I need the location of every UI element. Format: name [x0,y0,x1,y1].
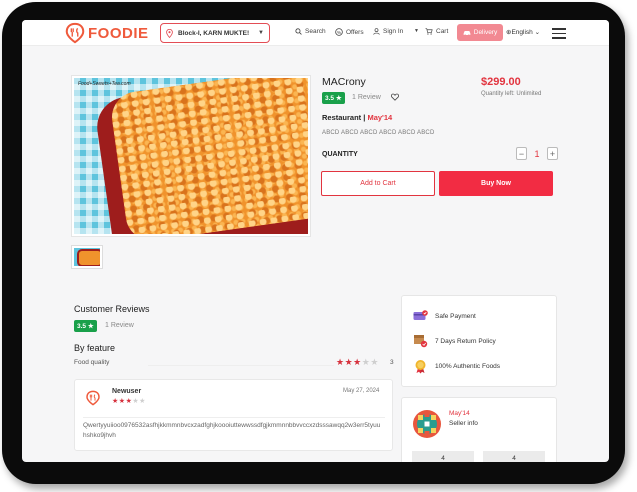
restaurant-line: Restaurant | May'14 [322,113,392,122]
delivery-button[interactable]: Delivery [457,24,503,41]
reviewer-avatar-icon [86,390,100,406]
reviews-rating-value: 3.5 [77,322,87,330]
search-icon [295,28,302,35]
feature-stars: ★★★★★ [336,357,379,368]
by-feature-title: By feature [74,343,116,353]
seller-logo-icon[interactable] [412,409,442,439]
feature-divider [148,365,334,366]
map-pin-icon [166,28,173,38]
star-icon: ★ [112,398,119,405]
reviewer-name: Newuser [112,388,142,395]
nav-cart-label: Cart [436,28,449,35]
delivery-label: Delivery [473,29,498,36]
quantity-increment-button[interactable]: + [547,147,558,160]
top-header: FOODIE Block-I, KARN MUKTE! ▼ Search % O… [22,20,609,46]
svg-text:%: % [337,30,342,36]
seller-stat: 4 [483,451,545,462]
quantity-label: QUANTITY [322,151,358,158]
location-text: Block-I, KARN MUKTE! [178,29,250,37]
star-icon: ★ [139,398,146,405]
safe-payment-row: Safe Payment [413,310,476,322]
heart-icon[interactable] [391,93,399,101]
product-thumbnail[interactable] [71,245,103,269]
authentic-row: 100% Authentic Foods [413,359,500,374]
car-icon [463,30,471,36]
guarantees-card: Safe Payment 7 Days Return Policy 100% A… [401,295,557,387]
return-policy-row: 7 Days Return Policy [413,334,496,348]
offers-icon: % [335,28,343,36]
language-label: English [511,29,533,36]
safe-payment-icon [413,310,428,320]
reviews-rating-badge: 3.5 ★ [74,320,97,332]
star-icon: ★ [344,357,354,367]
star-icon: ★ [336,357,345,367]
review-text: Qwertyyuiioo0976532asfhjkkmmnbvcxzadfghj… [83,422,381,439]
customer-reviews-title: Customer Reviews [74,304,150,314]
review-stars: ★★★★★ [112,397,146,405]
device-frame: FOODIE Block-I, KARN MUKTE! ▼ Search % O… [2,2,625,484]
rating-badge: 3.5 ★ [322,92,345,104]
seller-card: May'14 Seller info 4 4 [401,397,557,462]
feature-count: 3 [390,359,394,366]
seller-name[interactable]: May'14 [449,410,470,417]
review-count-link[interactable]: 1 Review [352,94,381,101]
feature-label: Food quality [74,359,110,366]
chevron-down-icon[interactable]: ▼ [414,28,419,34]
add-to-cart-button[interactable]: Add to Cart [321,171,435,196]
star-icon: ★ [370,357,379,367]
hamburger-menu-icon[interactable] [552,28,566,42]
nav-offers[interactable]: % Offers [335,28,364,36]
authentic-label: 100% Authentic Foods [435,363,501,370]
image-watermark: Food+Sweets+Tea.com [78,81,131,87]
star-icon: ★ [86,323,94,330]
feature-rating-row: Food quality ★★★★★ 3 [74,357,394,368]
restaurant-name[interactable]: May'14 [367,113,392,122]
quantity-decrement-button[interactable]: − [516,147,527,160]
authentic-badge-icon [415,360,426,374]
foodie-logo-icon [65,22,85,44]
chevron-down-icon: ⌄ [532,29,541,36]
return-policy-label: 7 Days Return Policy [435,337,496,345]
cart-icon [425,28,433,35]
star-icon: ★ [118,398,126,405]
nav-sign-in[interactable]: Sign In [373,28,403,35]
nav-search-label: Search [305,28,326,35]
language-selector[interactable]: ⊕English ⌄ [506,28,540,36]
product-main-image[interactable]: Food+Sweets+Tea.com [71,75,311,237]
reviews-count: 1 Review [105,322,134,329]
buy-now-button[interactable]: Buy Now [439,171,553,196]
review-divider [83,417,385,418]
seller-info-label: Seller info [449,420,478,427]
rating-value: 3.5 [325,94,335,102]
star-icon: ★ [334,95,342,102]
return-policy-icon [414,335,428,348]
product-description: ABCD ABCD ABCD ABCD ABCD ABCD [322,130,435,136]
star-icon: ★ [353,357,362,367]
user-icon [373,28,380,35]
quantity-value[interactable]: 1 [527,149,547,159]
brand-name: FOODIE [88,24,149,42]
brand-logo[interactable]: FOODIE [64,22,149,44]
nav-sign-in-label: Sign In [383,28,404,35]
macaroni-food [108,78,308,234]
quantity-stepper: − 1 + [516,147,558,160]
review-card: Newuser ★★★★★ May 27, 2024 Qwertyyuiioo0… [74,379,393,451]
product-title: MACrony [322,76,366,88]
restaurant-prefix: Restaurant | [322,113,366,122]
product-price: $299.00 [481,76,521,88]
nav-offers-label: Offers [346,28,364,36]
safe-payment-label: Safe Payment [435,312,476,320]
quantity-left: Quantity left: Unlimited [481,91,542,97]
app-screen: FOODIE Block-I, KARN MUKTE! ▼ Search % O… [22,20,609,462]
seller-stat: 4 [412,451,474,462]
nav-cart[interactable]: Cart [425,28,448,35]
nav-search[interactable]: Search [295,28,326,35]
review-date: May 27, 2024 [343,388,380,394]
location-selector[interactable]: Block-I, KARN MUKTE! ▼ [160,23,270,43]
caret-down-icon: ▼ [258,30,264,36]
